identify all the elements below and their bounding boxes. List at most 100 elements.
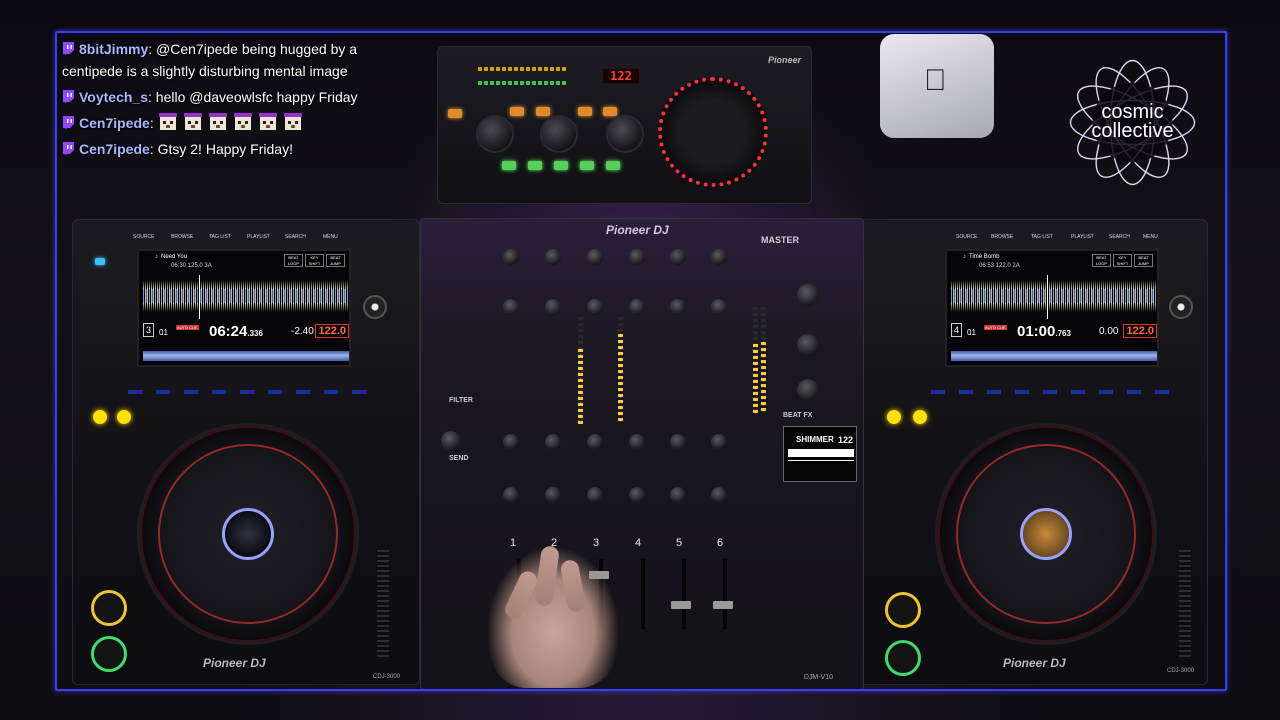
channel-fader[interactable]: [641, 559, 645, 629]
rmx-pad-button[interactable]: [502, 161, 516, 170]
twitch-badge-icon: [63, 42, 74, 55]
tab-search[interactable]: SEARCH: [1109, 234, 1130, 240]
jog-display-right: [1020, 508, 1072, 560]
key-shift-button[interactable]: KEY SHIFT: [1113, 254, 1132, 267]
chat-username[interactable]: Cen7ipede: [79, 141, 150, 157]
elapsed-time: 06:24.336: [209, 323, 263, 340]
rmx-low-knob[interactable]: [476, 115, 514, 153]
trim-knob[interactable]: [629, 249, 645, 265]
tab-playlist[interactable]: PLAYLIST: [1071, 234, 1094, 240]
resonance-knob[interactable]: [441, 431, 461, 451]
tab-search[interactable]: SEARCH: [285, 234, 306, 240]
beat-loop-button[interactable]: BEAT LOOP: [284, 254, 303, 267]
tab-browse[interactable]: BROWSE: [991, 234, 1013, 240]
isolator-knob[interactable]: [797, 334, 819, 356]
master-label: MASTER: [761, 235, 799, 245]
isolator-knob[interactable]: [797, 379, 819, 401]
send-knob[interactable]: [711, 487, 727, 503]
send-knob[interactable]: [587, 487, 603, 503]
filter-knob[interactable]: [545, 434, 561, 450]
send-knob[interactable]: [503, 487, 519, 503]
jog-wheel-right[interactable]: [935, 423, 1157, 645]
rmx-pad-button[interactable]: [554, 161, 568, 170]
eq-hi-knob[interactable]: [503, 299, 519, 315]
beat-jump-button[interactable]: BEAT JUMP: [1134, 254, 1153, 267]
tempo-percent: -2.40: [291, 326, 314, 337]
chat-username[interactable]: Voytech_s: [79, 89, 148, 105]
fader-cap[interactable]: [671, 601, 691, 609]
dj-finger: [502, 568, 540, 622]
trim-knob[interactable]: [503, 249, 519, 265]
trim-knob[interactable]: [670, 249, 686, 265]
tab-tag-list[interactable]: TAG LIST: [1031, 234, 1053, 240]
rmx-mid-knob[interactable]: [540, 115, 578, 153]
filter-knob[interactable]: [711, 434, 727, 450]
key-shift-button[interactable]: KEY SHIFT: [305, 254, 324, 267]
tab-playlist[interactable]: PLAYLIST: [247, 234, 270, 240]
filter-knob[interactable]: [587, 434, 603, 450]
master-level-knob[interactable]: [797, 284, 819, 306]
tempo-slider[interactable]: [1179, 550, 1191, 660]
trim-knob[interactable]: [587, 249, 603, 265]
trim-knob[interactable]: [545, 249, 561, 265]
hot-cue-strip[interactable]: [128, 390, 368, 394]
playhead-marker: [199, 275, 200, 319]
cue-button[interactable]: [885, 592, 921, 628]
tab-source[interactable]: SOURCE: [956, 234, 977, 240]
tab-menu[interactable]: MENU: [1143, 234, 1158, 240]
cdj-brand-logo: Pioneer DJ: [1003, 656, 1066, 670]
loop-out-button[interactable]: [913, 410, 927, 424]
loop-out-button[interactable]: [117, 410, 131, 424]
eq-hi-knob[interactable]: [629, 299, 645, 315]
rmx-isolate-ring[interactable]: [658, 77, 768, 187]
filter-knob[interactable]: [503, 434, 519, 450]
eq-hi-knob[interactable]: [711, 299, 727, 315]
rmx-fx-button[interactable]: [536, 107, 550, 116]
fader-cap[interactable]: [713, 601, 733, 609]
hot-cue-strip[interactable]: [931, 390, 1171, 394]
rmx-fx-button[interactable]: [510, 107, 524, 116]
rmx-pad-button[interactable]: [606, 161, 620, 170]
loop-in-button[interactable]: [93, 410, 107, 424]
rmx-fx-source-button[interactable]: [448, 109, 462, 118]
chat-overlay: 8bitJimmy: @Cen7ipede being hugged by a …: [62, 38, 362, 164]
rotary-selector[interactable]: [1169, 295, 1193, 319]
beat-loop-button[interactable]: BEAT LOOP: [1092, 254, 1111, 267]
rmx-fx-button[interactable]: [578, 107, 592, 116]
trim-knob[interactable]: [711, 249, 727, 265]
tempo-slider[interactable]: [377, 550, 389, 660]
tab-browse[interactable]: BROWSE: [171, 234, 193, 240]
track-number: 01: [967, 328, 976, 337]
tab-source[interactable]: SOURCE: [133, 234, 154, 240]
eq-hi-knob[interactable]: [670, 299, 686, 315]
chat-username[interactable]: Cen7ipede: [79, 115, 150, 131]
waveform-overview[interactable]: [143, 347, 349, 361]
rmx-hi-knob[interactable]: [606, 115, 644, 153]
tab-menu[interactable]: MENU: [323, 234, 338, 240]
send-knob[interactable]: [670, 487, 686, 503]
tab-tag-list[interactable]: TAG LIST: [209, 234, 231, 240]
channel-fader[interactable]: [682, 559, 686, 629]
eq-hi-knob[interactable]: [587, 299, 603, 315]
beat-jump-button[interactable]: BEAT JUMP: [326, 254, 345, 267]
waveform-overview[interactable]: [951, 347, 1157, 361]
filter-knob[interactable]: [629, 434, 645, 450]
rmx-pad-button[interactable]: [580, 161, 594, 170]
mac-mini-computer: : [880, 34, 994, 138]
rmx-pad-button[interactable]: [528, 161, 542, 170]
chat-username[interactable]: 8bitJimmy: [79, 41, 148, 57]
play-pause-button[interactable]: [885, 640, 921, 676]
rotary-selector[interactable]: [363, 295, 387, 319]
loop-in-button[interactable]: [887, 410, 901, 424]
send-knob[interactable]: [629, 487, 645, 503]
channel-fader[interactable]: [723, 559, 727, 629]
rmx-fx-button[interactable]: [603, 107, 617, 116]
play-pause-button[interactable]: [91, 636, 127, 672]
music-note-icon: ♪: [963, 254, 966, 260]
eq-hi-knob[interactable]: [545, 299, 561, 315]
jog-wheel-left[interactable]: [137, 423, 359, 645]
send-knob[interactable]: [545, 487, 561, 503]
filter-knob[interactable]: [670, 434, 686, 450]
music-note-icon: ♪: [155, 254, 158, 260]
cue-button[interactable]: [91, 590, 127, 626]
